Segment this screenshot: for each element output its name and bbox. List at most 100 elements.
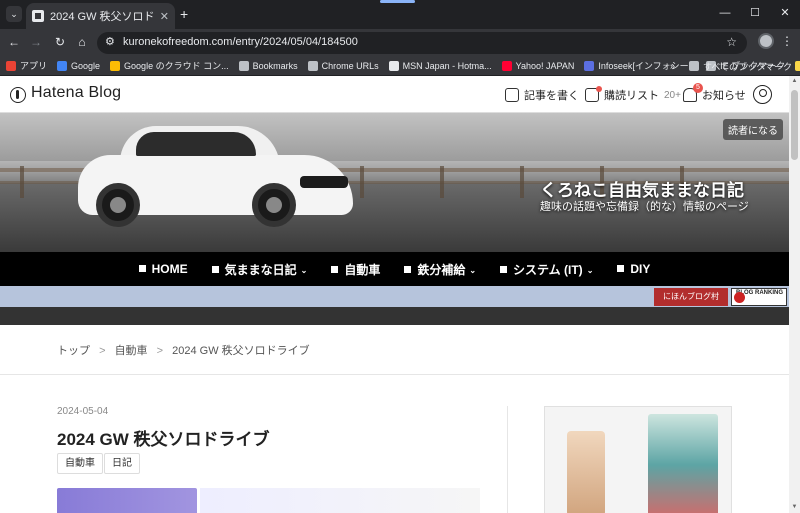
chevron-down-icon: ⌄ [469, 265, 477, 275]
bookmark-label: Chrome URLs [321, 60, 379, 71]
reading-list-label: 購読リスト [604, 90, 659, 102]
hatena-logo-icon[interactable] [10, 87, 26, 103]
loading-indicator [380, 0, 415, 3]
bookmark-favicon-icon [501, 60, 512, 71]
pencil-icon [505, 88, 519, 102]
user-avatar-icon[interactable] [753, 85, 772, 104]
nav-item[interactable]: DIY [617, 262, 650, 276]
bookmark-favicon-icon [388, 60, 399, 71]
subscribe-button[interactable]: 読者になる [723, 119, 783, 140]
square-bullet-icon [138, 265, 146, 272]
blog-subtitle: 趣味の話題や忘備録（的な）情報のページ [540, 201, 749, 213]
bookmarks-bar: アプリ Google Google のクラウド コン... Bookmarks Chro… [0, 56, 800, 76]
nav-item[interactable]: システム (IT) ⌄ [500, 261, 593, 278]
breadcrumb-separator: > [156, 345, 164, 357]
bookmarks-overflow-button[interactable]: » [670, 61, 675, 71]
post-title[interactable]: 2024 GW 秩父ソロドライブ [57, 425, 270, 450]
bookmark-item[interactable]: アプリ [6, 59, 47, 72]
tag-car[interactable]: 自動車 [57, 453, 103, 474]
breadcrumb-category[interactable]: 自動車 [115, 345, 148, 357]
reading-list-button[interactable]: 購読リスト 20+ [585, 86, 681, 103]
menu-icon[interactable]: ⋮ [781, 33, 793, 49]
bookmark-item[interactable] [795, 60, 800, 71]
car-wheel [96, 183, 140, 227]
profile-avatar[interactable] [758, 33, 774, 49]
bookmark-item[interactable]: Google のクラウド コン... [110, 59, 229, 72]
fence-post [520, 166, 524, 198]
back-icon[interactable]: ← [6, 34, 22, 50]
scroll-up-icon[interactable]: ▲ [791, 78, 798, 85]
nav-item[interactable]: 鉄分補給 ⌄ [404, 261, 476, 278]
nav-item-label: HOME [151, 262, 188, 276]
close-window-button[interactable]: ✕ [770, 4, 800, 22]
reading-list-count: 20+ [664, 89, 681, 101]
scroll-down-icon[interactable]: ▼ [791, 504, 798, 511]
tab-search-button[interactable]: ⌄ [6, 6, 22, 22]
breadcrumb-area: トップ > 自動車 > 2024 GW 秩父ソロドライブ [0, 325, 789, 375]
tab-active[interactable]: 2024 GW 秩父ソロドライブ - くろね ✕ [26, 3, 175, 29]
url-text[interactable]: kuronekofreedom.com/entry/2024/05/04/184… [123, 36, 358, 48]
tag-diary[interactable]: 日記 [104, 453, 140, 474]
bookmark-label: MSN Japan - Hotma... [402, 60, 492, 71]
title-bar: ⌄ 2024 GW 秩父ソロドライブ - くろね ✕ + — ☐ ✕ [0, 0, 800, 29]
home-icon[interactable]: ⌂ [74, 34, 90, 50]
page-scrollbar[interactable]: ▲ ▼ [789, 76, 800, 513]
site-info-icon[interactable]: ⚙ [105, 35, 115, 48]
column-divider [507, 406, 508, 513]
post-date[interactable]: 2024-05-04 [57, 406, 108, 417]
reload-icon[interactable]: ↻ [52, 34, 68, 50]
bookmark-favicon-icon [307, 60, 318, 71]
breadcrumb-separator: > [99, 345, 106, 357]
hatena-logo-text[interactable]: Hatena Blog [31, 84, 121, 102]
notifications-label: お知らせ [702, 90, 746, 102]
nav-item[interactable]: 自動車 [331, 261, 380, 278]
bookmark-item[interactable]: Google [57, 60, 101, 71]
write-post-button[interactable]: 記事を書く [505, 87, 579, 103]
minimize-button[interactable]: — [710, 4, 740, 22]
new-tab-button[interactable]: + [180, 6, 188, 22]
blog-header-image: 読者になる くろねこ自由気ままな日記 趣味の話題や忘備録（的な）情報のページ [0, 113, 789, 252]
ad-image [648, 414, 718, 513]
square-bullet-icon [617, 265, 625, 272]
bookmark-item[interactable]: Chrome URLs [307, 60, 379, 71]
tab-title: 2024 GW 秩父ソロドライブ - くろね [50, 11, 156, 23]
article-image [57, 488, 197, 513]
article: 2024-05-04 2024 GW 秩父ソロドライブ 自動車 日記 [0, 376, 789, 513]
nav-item[interactable]: HOME [138, 262, 188, 276]
fence-post [20, 166, 24, 198]
nav-item-label: システム (IT) [513, 262, 583, 277]
bookmark-item[interactable]: Bookmarks [238, 60, 298, 71]
blog-ranking-banner[interactable]: BLOG RANKING [731, 288, 787, 306]
tab-close-icon[interactable]: ✕ [160, 10, 169, 23]
nihon-blog-mura-banner[interactable]: にほんブログ村 [654, 288, 728, 306]
nav-item-label: 自動車 [344, 262, 381, 277]
bookmark-item[interactable]: MSN Japan - Hotma... [388, 60, 492, 71]
all-bookmarks-button[interactable]: すべてのブックマーク [703, 60, 792, 73]
bookmark-favicon-icon [57, 60, 68, 71]
car-wheel [252, 183, 296, 227]
nav-item-label: DIY [630, 262, 651, 276]
bookmark-item[interactable]: Yahoo! JAPAN [501, 60, 575, 71]
article-image-blur [200, 488, 480, 513]
bookmark-favicon-icon [795, 60, 800, 71]
bookmark-star-icon[interactable]: ☆ [726, 35, 737, 49]
notifications-button[interactable]: 5 お知らせ [683, 83, 746, 103]
bookmark-label: Google [71, 60, 101, 71]
browser-window: ⌄ 2024 GW 秩父ソロドライブ - くろね ✕ + — ☐ ✕ ← → ↻… [0, 0, 800, 513]
square-bullet-icon [211, 265, 219, 273]
scroll-thumb[interactable] [791, 90, 798, 160]
nav-item-label: 鉄分補給 [417, 262, 466, 277]
bookmark-favicon-icon [110, 60, 121, 71]
bell-icon: 5 [683, 83, 703, 102]
bookmark-label: Yahoo! JAPAN [515, 60, 575, 71]
breadcrumb-top[interactable]: トップ [57, 345, 90, 357]
web-page: Hatena Blog 記事を書く 購読リスト 20+ 5 お知らせ 読者になる… [0, 76, 789, 513]
maximize-button[interactable]: ☐ [740, 4, 770, 22]
hatena-favicon-icon [32, 10, 44, 22]
reading-list-icon [585, 86, 602, 102]
forward-icon[interactable]: → [28, 34, 44, 50]
nav-item[interactable]: 気ままな日記 ⌄ [211, 261, 307, 278]
ranking-strip: にほんブログ村 BLOG RANKING [0, 286, 789, 307]
hatena-header: Hatena Blog 記事を書く 購読リスト 20+ 5 お知らせ [0, 76, 789, 113]
address-bar[interactable]: ⚙ kuronekofreedom.com/entry/2024/05/04/1… [97, 32, 747, 54]
